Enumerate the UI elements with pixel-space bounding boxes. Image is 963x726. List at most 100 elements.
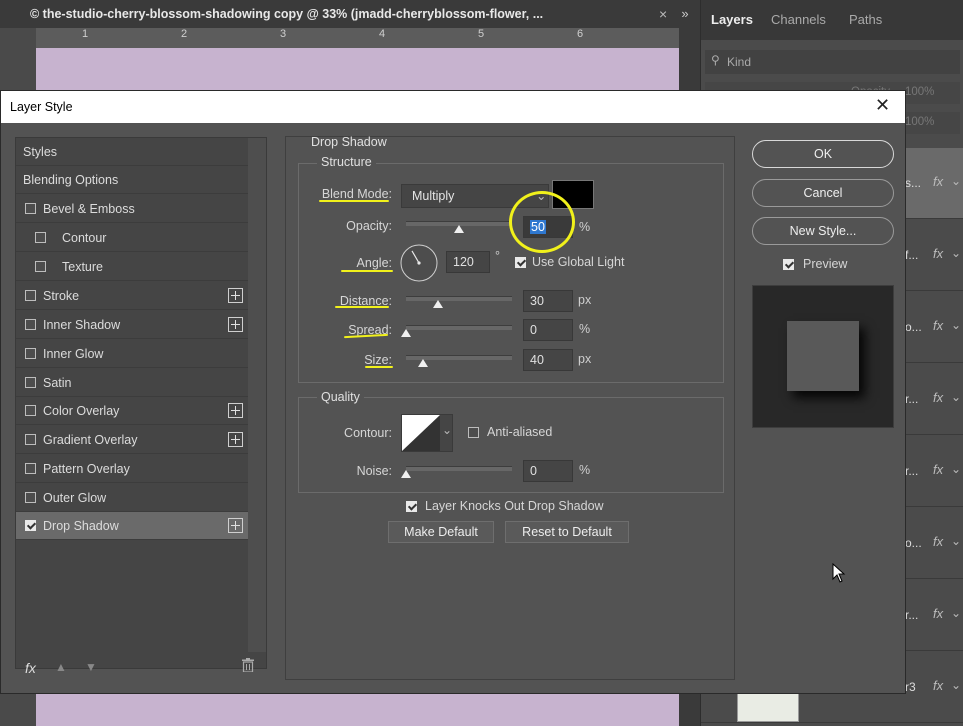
style-checkbox[interactable] — [25, 463, 36, 474]
spread-slider-thumb[interactable] — [401, 329, 411, 337]
move-down-icon[interactable]: ▼ — [85, 660, 97, 674]
angle-dial[interactable] — [399, 243, 439, 283]
style-item-color-overlay[interactable]: Color Overlay — [16, 397, 248, 425]
add-instance-icon[interactable] — [228, 518, 243, 533]
fx-icon[interactable]: fx — [933, 174, 943, 189]
style-checkbox[interactable] — [35, 232, 46, 243]
distance-input[interactable]: 30 — [523, 290, 573, 312]
chevron-down-icon[interactable]: ⌄ — [951, 390, 961, 404]
annotation-underline — [341, 270, 393, 272]
add-instance-icon[interactable] — [228, 403, 243, 418]
style-checkbox[interactable] — [35, 261, 46, 272]
style-checkbox[interactable] — [25, 203, 36, 214]
style-checkbox[interactable] — [25, 434, 36, 445]
opacity-value[interactable]: 100% — [905, 86, 934, 98]
chevron-down-icon[interactable]: ⌄ — [951, 606, 961, 620]
fx-icon[interactable]: fx — [933, 462, 943, 477]
style-item-gradient-overlay[interactable]: Gradient Overlay — [16, 426, 248, 454]
chevron-down-icon[interactable]: ⌄ — [951, 462, 961, 476]
tab-channels[interactable]: Channels — [771, 12, 826, 27]
noise-slider[interactable] — [406, 466, 512, 471]
chevron-down-icon[interactable]: ⌄ — [951, 318, 961, 332]
style-checkbox[interactable] — [25, 377, 36, 388]
dialog-titlebar[interactable]: Layer Style ✕ — [1, 91, 905, 123]
style-checkbox[interactable] — [25, 348, 36, 359]
style-item-outer-glow[interactable]: Outer Glow — [16, 484, 248, 512]
fx-icon[interactable]: fx — [933, 678, 943, 693]
style-item-inner-shadow[interactable]: Inner Shadow — [16, 311, 248, 339]
knocks-out-checkbox[interactable] — [406, 501, 417, 512]
size-input[interactable]: 40 — [523, 349, 573, 371]
style-item-pattern-overlay[interactable]: Pattern Overlay — [16, 455, 248, 483]
style-checkbox[interactable] — [25, 319, 36, 330]
chevron-down-icon[interactable]: ⌄ — [951, 534, 961, 548]
opacity-slider-thumb[interactable] — [454, 225, 464, 233]
angle-input[interactable]: 120 — [446, 251, 490, 273]
document-close-icon[interactable]: × — [659, 0, 667, 28]
noise-input[interactable]: 0 — [523, 460, 573, 482]
spread-input[interactable]: 0 — [523, 319, 573, 341]
style-item-contour[interactable]: Contour — [16, 224, 248, 252]
add-instance-icon[interactable] — [228, 432, 243, 447]
tab-layers[interactable]: Layers — [711, 12, 753, 27]
distance-slider[interactable] — [406, 296, 512, 301]
close-icon[interactable]: ✕ — [875, 95, 890, 116]
quality-group — [298, 397, 724, 493]
chevron-down-icon[interactable]: ⌄ — [951, 246, 961, 260]
style-item-label: Pattern Overlay — [43, 462, 130, 476]
use-global-light-checkbox[interactable] — [515, 257, 526, 268]
new-style-button[interactable]: New Style... — [752, 217, 894, 245]
fx-icon[interactable]: fx — [933, 246, 943, 261]
style-item-label: Texture — [62, 260, 103, 274]
styles-list-scrollbar[interactable] — [248, 138, 266, 652]
style-checkbox[interactable] — [25, 520, 36, 531]
style-checkbox[interactable] — [25, 405, 36, 416]
preview-swatch — [787, 321, 859, 391]
fx-icon[interactable]: fx — [933, 390, 943, 405]
style-item-inner-glow[interactable]: Inner Glow — [16, 340, 248, 368]
spread-slider[interactable] — [406, 325, 512, 330]
use-global-light-label: Use Global Light — [532, 255, 625, 269]
style-item-texture[interactable]: Texture — [16, 253, 248, 281]
noise-unit: % — [579, 463, 591, 477]
layer-thumbnail — [737, 692, 799, 722]
style-checkbox[interactable] — [25, 290, 36, 301]
fx-icon[interactable]: fx — [933, 318, 943, 333]
fill-value[interactable]: 100% — [905, 116, 934, 128]
style-item-styles[interactable]: Styles — [16, 138, 248, 166]
trash-icon[interactable] — [242, 658, 254, 673]
fx-icon[interactable]: fx — [933, 606, 943, 621]
contour-label: Contour: — [344, 426, 392, 440]
chevron-down-icon[interactable]: ⌄ — [951, 678, 961, 692]
chevron-down-icon[interactable]: ⌄ — [951, 174, 961, 188]
document-tab[interactable]: © the-studio-cherry-blossom-shadowing co… — [0, 0, 700, 28]
noise-slider-thumb[interactable] — [401, 470, 411, 478]
ruler-tick: 4 — [379, 28, 386, 40]
fx-menu-icon[interactable]: fx — [25, 660, 36, 676]
add-instance-icon[interactable] — [228, 317, 243, 332]
fx-icon[interactable]: fx — [933, 534, 943, 549]
collapse-panels-icon[interactable]: » — [670, 0, 700, 28]
preview-checkbox[interactable] — [783, 259, 794, 270]
knocks-out-label: Layer Knocks Out Drop Shadow — [425, 499, 604, 513]
size-slider-thumb[interactable] — [417, 359, 428, 367]
style-preview — [752, 285, 894, 428]
style-checkbox[interactable] — [25, 492, 36, 503]
tab-paths[interactable]: Paths — [849, 12, 882, 27]
contour-picker[interactable]: ⌄ — [401, 414, 453, 452]
style-item-stroke[interactable]: Stroke — [16, 282, 248, 310]
ok-button[interactable]: OK — [752, 140, 894, 168]
contour-curve-icon — [402, 415, 440, 451]
style-item-drop-shadow[interactable]: Drop Shadow — [16, 512, 248, 540]
move-up-icon[interactable]: ▲ — [55, 660, 67, 674]
style-item-blending-options[interactable]: Blending Options — [16, 166, 248, 194]
distance-slider-thumb[interactable] — [432, 300, 443, 308]
reset-to-default-button[interactable]: Reset to Default — [505, 521, 629, 543]
make-default-button[interactable]: Make Default — [388, 521, 494, 543]
style-item-satin[interactable]: Satin — [16, 369, 248, 397]
layer-filter-row[interactable]: ⚲ Kind — [705, 50, 960, 74]
add-instance-icon[interactable] — [228, 288, 243, 303]
anti-aliased-checkbox[interactable] — [468, 427, 479, 438]
style-item-bevel-emboss[interactable]: Bevel & Emboss — [16, 195, 248, 223]
cancel-button[interactable]: Cancel — [752, 179, 894, 207]
